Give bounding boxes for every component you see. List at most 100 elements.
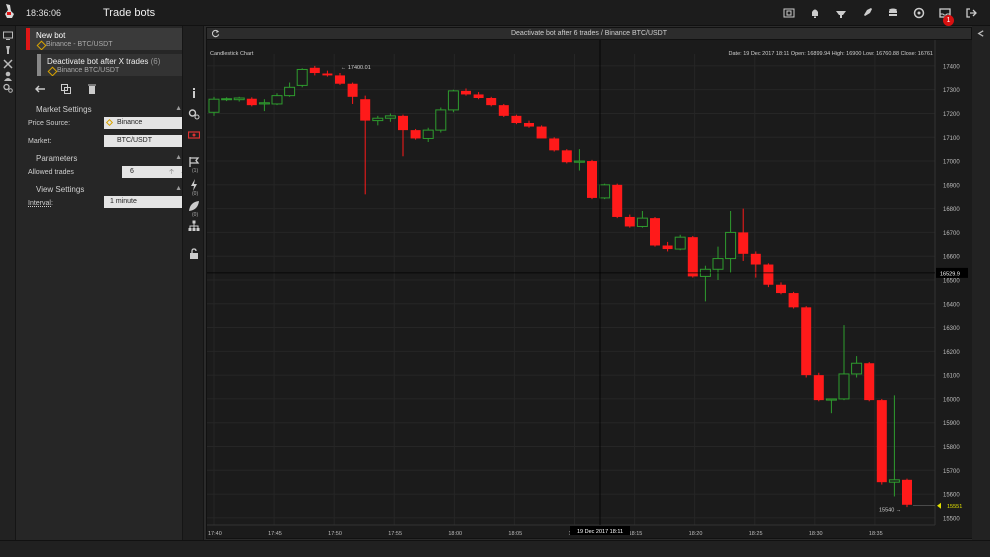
price-source-select[interactable]: Binance ▲▼ xyxy=(104,117,190,129)
bot-panel: New bot Binance - BTC/USDT Deactivate bo… xyxy=(16,26,197,540)
signal-icon[interactable] xyxy=(828,6,854,20)
candle-body xyxy=(624,216,635,227)
y-tick-label: 17400 xyxy=(943,64,960,70)
candle-body xyxy=(763,264,774,285)
bot-status-flag xyxy=(37,54,41,76)
candle-body xyxy=(398,115,408,131)
candle-body xyxy=(384,115,396,119)
user-icon[interactable] xyxy=(3,71,13,81)
lightning-icon[interactable]: (0) xyxy=(188,179,200,197)
candle-body xyxy=(410,130,421,139)
candle-body xyxy=(422,129,434,139)
y-tick-label: 16900 xyxy=(943,183,960,189)
candle-body xyxy=(536,126,547,139)
increment-arrow-icon[interactable]: 🡡 xyxy=(169,167,174,179)
rocket-icon[interactable] xyxy=(854,6,880,20)
bot-item-deactivate[interactable]: Deactivate bot after X trades (6) Binanc… xyxy=(37,54,197,76)
candle-body xyxy=(271,95,283,105)
notification-badge: 1 xyxy=(943,15,954,26)
unlock-icon[interactable] xyxy=(188,248,200,260)
chart-title: Candlestick Chart xyxy=(210,51,254,57)
y-tick-label: 15600 xyxy=(943,493,960,499)
gears-icon[interactable] xyxy=(3,83,13,93)
section-parameters[interactable]: Parameters ▲ xyxy=(26,154,186,164)
chevron-up-icon: ▲ xyxy=(175,105,182,112)
candle-body xyxy=(208,98,220,113)
torch-icon[interactable] xyxy=(3,45,13,55)
allowed-trades-label: Allowed trades xyxy=(28,169,74,176)
candle-body xyxy=(902,479,912,505)
inbox-icon[interactable]: 1 xyxy=(932,6,958,26)
bot-name: New bot xyxy=(36,31,66,40)
fullscreen-icon[interactable] xyxy=(776,6,802,20)
binance-icon xyxy=(36,40,47,50)
current-price-label: 15551 xyxy=(947,504,962,510)
monitor-icon[interactable] xyxy=(3,31,13,41)
x-tick-label: 18:25 xyxy=(749,531,763,537)
chart-background xyxy=(207,40,973,538)
tools-icon[interactable] xyxy=(3,59,13,69)
chart-info: Date: 19 Dec 2017 18:11 Open: 16899.94 H… xyxy=(729,51,933,57)
coins-icon[interactable] xyxy=(880,6,906,20)
chevron-up-icon: ▲ xyxy=(175,185,182,192)
candle-body xyxy=(335,75,345,84)
candle-body xyxy=(599,184,611,199)
candle-body xyxy=(360,99,371,121)
candle-body xyxy=(233,97,245,101)
bot-name: Deactivate bot after X trades (6) xyxy=(47,57,161,66)
y-tick-label: 16300 xyxy=(943,326,960,332)
settings-gears-icon[interactable] xyxy=(188,108,200,120)
crosshair-time-label: 19 Dec 2017 18:11 xyxy=(577,529,623,535)
candle-body xyxy=(447,90,459,111)
x-tick-label: 18:00 xyxy=(448,531,462,537)
leaf-icon[interactable]: (0) xyxy=(188,200,200,218)
candle-body xyxy=(636,217,648,227)
section-view-settings[interactable]: View Settings ▲ xyxy=(26,185,186,195)
x-tick-label: 18:05 xyxy=(508,531,522,537)
trash-icon[interactable] xyxy=(86,83,98,95)
candle-body xyxy=(674,236,686,250)
x-tick-label: 17:45 xyxy=(268,531,282,537)
candle-body xyxy=(284,86,296,97)
chart-window-title: Deactivate bot after 6 trades / Binance … xyxy=(510,30,667,37)
candle-body xyxy=(461,90,471,95)
x-tick-label: 18:30 xyxy=(809,531,823,537)
right-rail xyxy=(972,26,990,540)
copy-icon[interactable] xyxy=(60,83,72,95)
sitemap-icon[interactable] xyxy=(188,220,200,232)
bell-icon[interactable] xyxy=(802,6,828,20)
settings-icon[interactable] xyxy=(906,6,932,20)
market-select[interactable]: BTC/USDT ▲▼ xyxy=(104,135,190,147)
info-icon[interactable] xyxy=(188,87,200,99)
y-tick-label: 16500 xyxy=(943,278,960,284)
chevron-up-icon: ▲ xyxy=(175,154,182,161)
x-tick-label: 18:20 xyxy=(689,531,703,537)
candle-body xyxy=(246,98,257,106)
chart-window: Deactivate bot after 6 trades / Binance … xyxy=(206,27,973,539)
price-source-label: Price Source: xyxy=(28,120,71,127)
candle-body xyxy=(549,138,560,151)
market-label: Market: xyxy=(28,138,52,145)
interval-select[interactable]: 1 minute ▲▼ xyxy=(104,196,190,208)
section-market-settings[interactable]: Market Settings ▲ xyxy=(26,105,186,115)
candle-body xyxy=(524,122,534,127)
bot-item-new-bot[interactable]: New bot Binance - BTC/USDT xyxy=(26,28,196,50)
candle-body xyxy=(511,115,522,123)
flag-icon[interactable]: (1) xyxy=(188,156,200,174)
allowed-trades-input[interactable]: 6 🡡 🡣 xyxy=(122,166,190,178)
x-tick-label: 17:50 xyxy=(328,531,342,537)
collapse-arrow-icon[interactable] xyxy=(976,29,985,38)
candle-body xyxy=(498,105,509,116)
y-tick-label: 15500 xyxy=(943,516,960,522)
candle-body xyxy=(725,231,737,260)
candle-body xyxy=(486,98,497,106)
y-tick-label: 16400 xyxy=(943,302,960,308)
candle-body xyxy=(838,373,850,400)
candle-body xyxy=(221,98,233,101)
logout-icon[interactable] xyxy=(958,6,984,20)
candlestick-chart[interactable]: 17400 17300 17200 17100 17000 16900 16800 16700… xyxy=(207,40,973,538)
y-tick-label: 16700 xyxy=(943,231,960,237)
back-arrow-icon[interactable] xyxy=(34,83,46,95)
binance-icon xyxy=(105,118,114,127)
cash-icon[interactable] xyxy=(188,129,200,141)
